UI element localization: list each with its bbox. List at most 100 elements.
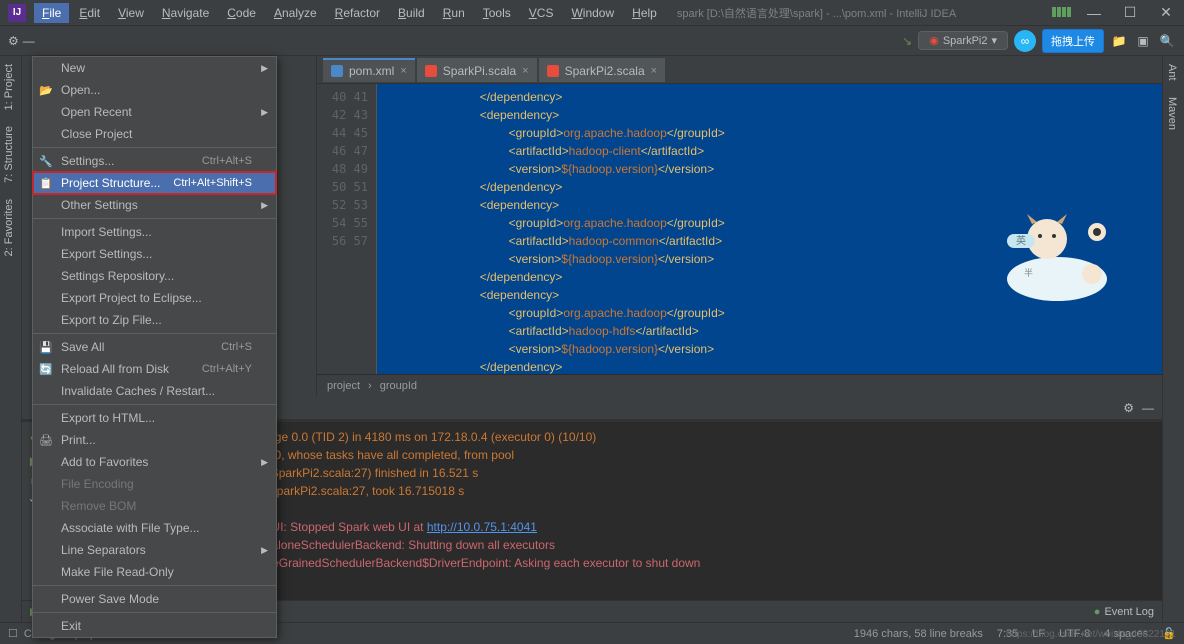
- run-config-label: SparkPi2: [943, 35, 988, 47]
- menu-separator: [33, 404, 276, 405]
- menu-item-label: Print...: [61, 433, 96, 447]
- breadcrumb-sep: ›: [368, 380, 372, 392]
- menu-code[interactable]: Code: [219, 3, 264, 23]
- menu-item-line-separators[interactable]: Line Separators▶: [33, 539, 276, 561]
- menu-separator: [33, 585, 276, 586]
- menu-item-print[interactable]: 🖨 Print...: [33, 429, 276, 451]
- tab-close-icon[interactable]: ×: [651, 65, 657, 77]
- menu-item-label: Make File Read-Only: [61, 565, 174, 579]
- menu-item-add-to-favorites[interactable]: Add to Favorites▶: [33, 451, 276, 473]
- menu-item-settings[interactable]: 🔧Settings...Ctrl+Alt+S: [33, 150, 276, 172]
- menu-item-label: Export to Zip File...: [61, 313, 162, 327]
- tab-label: pom.xml: [349, 64, 394, 78]
- menu-item-label: Save All: [61, 340, 104, 354]
- console-settings-icon[interactable]: ⚙: [1123, 401, 1134, 415]
- menu-window[interactable]: Window: [563, 3, 622, 23]
- menu-item-save-all[interactable]: 💾 Save All Ctrl+S: [33, 336, 276, 358]
- menu-file[interactable]: File: [34, 3, 69, 23]
- menu-item-label: Other Settings: [61, 198, 138, 212]
- menu-item-open-recent[interactable]: Open Recent▶: [33, 101, 276, 123]
- menu-refactor[interactable]: Refactor: [327, 3, 388, 23]
- menu-item-make-file-read-only[interactable]: Make File Read-Only: [33, 561, 276, 583]
- right-tool-gutter: AntMaven: [1162, 56, 1184, 622]
- menu-run[interactable]: Run: [435, 3, 473, 23]
- menu-analyze[interactable]: Analyze: [266, 3, 325, 23]
- tab-close-icon[interactable]: ×: [522, 65, 528, 77]
- menu-item-icon: 🔄: [39, 362, 53, 376]
- tab-sparkpi-scala[interactable]: SparkPi.scala ×: [417, 58, 537, 82]
- menu-separator: [33, 147, 276, 148]
- menu-item-label: New: [61, 61, 85, 75]
- menu-item-export-to-html[interactable]: Export to HTML...: [33, 407, 276, 429]
- menu-item-close-project[interactable]: Close Project: [33, 123, 276, 145]
- menu-item-exit[interactable]: Exit: [33, 615, 276, 637]
- right-tab-ant[interactable]: Ant: [1163, 56, 1181, 89]
- breadcrumb-item[interactable]: groupId: [380, 380, 417, 392]
- screenshot-icon[interactable]: ▣: [1134, 32, 1152, 50]
- menu-item-export-project-to-eclipse[interactable]: Export Project to Eclipse...: [33, 287, 276, 309]
- editor-tabs: pom.xml×SparkPi.scala×SparkPi2.scala×: [317, 56, 1162, 84]
- console-hide-icon[interactable]: —: [1142, 401, 1154, 415]
- left-tool-gutter: 1: Project7: Structure2: Favorites: [0, 56, 22, 622]
- perf-bars: [1052, 6, 1072, 20]
- build-hammer-icon[interactable]: ↘: [902, 34, 912, 48]
- menu-item-new[interactable]: New▶: [33, 57, 276, 79]
- menu-view[interactable]: View: [110, 3, 152, 23]
- menu-item-associate-with-file-type[interactable]: Associate with File Type...: [33, 517, 276, 539]
- menu-item-export-to-zip-file[interactable]: Export to Zip File...: [33, 309, 276, 331]
- menu-tools[interactable]: Tools: [475, 3, 519, 23]
- menu-item-export-settings[interactable]: Export Settings...: [33, 243, 276, 265]
- menu-navigate[interactable]: Navigate: [154, 3, 217, 23]
- menu-item-icon: 🖨: [39, 433, 53, 447]
- tab-label: SparkPi.scala: [443, 64, 516, 78]
- menu-item-project-structure[interactable]: 📋Project Structure...Ctrl+Alt+Shift+S: [33, 172, 276, 194]
- upload-button[interactable]: 拖拽上传: [1042, 29, 1104, 53]
- status-chars: 1946 chars, 58 line breaks: [854, 628, 983, 640]
- menu-item-import-settings[interactable]: Import Settings...: [33, 221, 276, 243]
- menu-edit[interactable]: Edit: [71, 3, 108, 23]
- menu-item-settings-repository[interactable]: Settings Repository...: [33, 265, 276, 287]
- maximize-button[interactable]: ☐: [1116, 3, 1144, 23]
- cloud-sync-icon[interactable]: ∞: [1014, 30, 1036, 52]
- menu-item-label: Open Recent: [61, 105, 132, 119]
- menu-item-power-save-mode[interactable]: Power Save Mode: [33, 588, 276, 610]
- menu-item-icon: 💾: [39, 340, 53, 354]
- tab-file-icon: [425, 65, 437, 77]
- open-folder-icon[interactable]: 📁: [1110, 32, 1128, 50]
- left-tab-1-project[interactable]: 1: Project: [0, 56, 21, 118]
- tab-file-icon: [331, 65, 343, 77]
- minimize-button[interactable]: —: [1080, 3, 1108, 23]
- right-tab-maven[interactable]: Maven: [1163, 89, 1181, 138]
- tab-pom-xml[interactable]: pom.xml ×: [323, 58, 415, 82]
- left-tab-7-structure[interactable]: 7: Structure: [0, 118, 21, 191]
- menu-help[interactable]: Help: [624, 3, 665, 23]
- menu-item-label: Export Project to Eclipse...: [61, 291, 202, 305]
- menu-item-label: Remove BOM: [61, 499, 136, 513]
- minimize-panel-icon[interactable]: —: [23, 34, 35, 48]
- menu-item-label: Import Settings...: [61, 225, 152, 239]
- left-tab-2-favorites[interactable]: 2: Favorites: [0, 191, 21, 264]
- code-editor[interactable]: 40 41 42 43 44 45 46 47 48 49 50 51 52 5…: [317, 84, 1162, 374]
- menu-build[interactable]: Build: [390, 3, 433, 23]
- run-config-selector[interactable]: ◉ SparkPi2 ▾: [918, 31, 1008, 50]
- tab-close-icon[interactable]: ×: [400, 65, 406, 77]
- event-log-tab[interactable]: ●Event Log: [1094, 606, 1154, 618]
- menu-item-shortcut: Ctrl+Alt+Shift+S: [173, 177, 252, 189]
- breadcrumb-item[interactable]: project: [327, 380, 360, 392]
- menu-separator: [33, 612, 276, 613]
- status-icon: ☐: [8, 627, 18, 640]
- menu-item-label: Close Project: [61, 127, 132, 141]
- menu-vcs[interactable]: VCS: [521, 3, 562, 23]
- menu-item-other-settings[interactable]: Other Settings▶: [33, 194, 276, 216]
- close-button[interactable]: ✕: [1152, 3, 1180, 23]
- menu-item-shortcut: Ctrl+S: [221, 341, 252, 353]
- settings-icon[interactable]: ⚙: [8, 34, 19, 48]
- menu-item-invalidate-caches-restart[interactable]: Invalidate Caches / Restart...: [33, 380, 276, 402]
- menu-item-open[interactable]: 📂Open...: [33, 79, 276, 101]
- menu-item-icon: 🔧: [39, 154, 53, 168]
- menu-item-reload-all-from-disk[interactable]: 🔄Reload All from DiskCtrl+Alt+Y: [33, 358, 276, 380]
- tab-sparkpi2-scala[interactable]: SparkPi2.scala×: [539, 58, 665, 82]
- menu-item-shortcut: Ctrl+Alt+Y: [202, 363, 252, 375]
- search-icon[interactable]: 🔍: [1158, 32, 1176, 50]
- code-content[interactable]: </dependency> <dependency> <groupId>org.…: [377, 84, 1162, 374]
